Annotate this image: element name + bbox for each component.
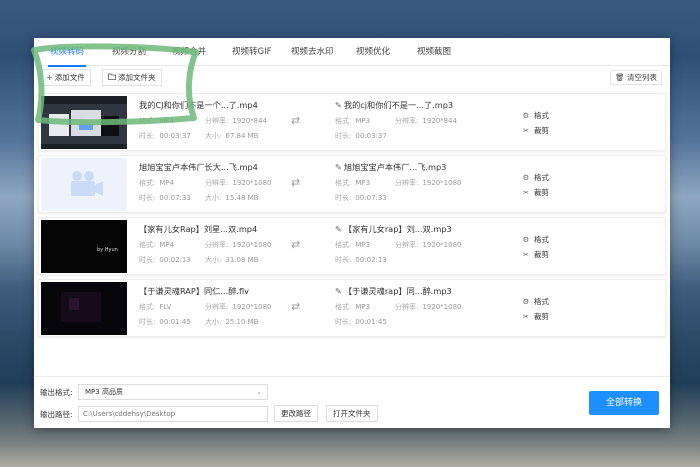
gear-icon: ⚙ xyxy=(522,235,530,244)
output-path-field[interactable]: C:\Users\cddehsy\Desktop xyxy=(78,406,268,422)
source-file-name: 我的CJ和你们不是一个...了.mp4 xyxy=(139,100,258,110)
app-window: 视频转码 视频分割 视频合并 视频转GIF 视频去水印 视频优化 视频截图 + 添… xyxy=(34,38,670,428)
source-format: 格式: MP4 xyxy=(139,117,175,125)
cut-button[interactable]: ✂ 裁剪 xyxy=(521,187,549,198)
output-format: 格式: MP3 xyxy=(335,117,371,125)
tab-video-to-gif[interactable]: 视频转GIF xyxy=(232,38,271,66)
edit-icon[interactable]: ✎ xyxy=(335,224,342,234)
source-file-name: 【家有儿女Rap】刘星...双.mp4 xyxy=(139,224,258,234)
cut-button[interactable]: ✂ 裁剪 xyxy=(521,311,549,322)
add-file-button[interactable]: + 添加文件 xyxy=(40,69,91,86)
output-file-name[interactable]: ✎ 我的cj和你们不是一...了.mp3 xyxy=(335,99,453,111)
list-item[interactable]: 我的CJ和你们不是一个...了.mp4 格式: MP4 分辨率: 1920*844 … xyxy=(38,93,666,151)
output-resolution: 分辨率: 1920*844 xyxy=(395,117,458,125)
source-resolution: 分辨率: 1920*1080 xyxy=(205,241,272,249)
scissors-icon: ✂ xyxy=(522,126,530,135)
gear-icon: ⚙ xyxy=(522,297,530,306)
format-button[interactable]: ⚙ 格式 xyxy=(521,172,549,183)
cut-button[interactable]: ✂ 裁剪 xyxy=(521,249,549,260)
tab-video-optimize[interactable]: 视频优化 xyxy=(356,38,390,66)
list-item[interactable]: 旭旭宝宝卢本伟厂长大...飞.mp4 格式: MP4 分辨率: 1920*1080 … xyxy=(38,155,666,213)
output-duration: 时长: 00:03:37 xyxy=(335,132,387,140)
output-file-name[interactable]: ✎ 旭旭宝宝卢本伟厂...飞.mp3 xyxy=(335,161,446,173)
list-item[interactable]: by Hyun 【家有儿女Rap】刘星...双.mp4 格式: MP4 分辨率: 1… xyxy=(38,217,666,275)
change-path-button[interactable]: 更改路径 xyxy=(274,405,318,422)
chevron-down-icon: ⌄ xyxy=(256,388,262,396)
format-button[interactable]: ⚙ 格式 xyxy=(521,296,549,307)
source-format: 格式: MP4 xyxy=(139,179,175,187)
output-resolution: 分辨率: 1920*1080 xyxy=(395,303,462,311)
tab-video-merge[interactable]: 视频合并 xyxy=(172,38,206,66)
format-button[interactable]: ⚙ 格式 xyxy=(521,234,549,245)
source-resolution: 分辨率: 1920*1080 xyxy=(205,179,272,187)
folder-icon xyxy=(108,70,116,85)
output-file-name[interactable]: ✎ 【于谦灵魂rap】同...醉.mp3 xyxy=(335,285,452,297)
open-folder-button[interactable]: 打开文件夹 xyxy=(326,405,378,422)
output-path-label: 输出路径: xyxy=(40,410,73,419)
source-size: 大小: 25.10 MB xyxy=(205,318,259,326)
video-thumbnail: by Hyun xyxy=(41,220,127,273)
edit-icon[interactable]: ✎ xyxy=(335,100,342,110)
source-duration: 时长: 00:02:13 xyxy=(139,256,191,264)
convert-arrow-icon: ⇄ xyxy=(291,176,301,189)
cut-button[interactable]: ✂ 裁剪 xyxy=(521,125,549,136)
video-thumbnail xyxy=(41,96,127,149)
output-format: 格式: MP3 xyxy=(335,179,371,187)
scissors-icon: ✂ xyxy=(522,312,530,321)
format-button[interactable]: ⚙ 格式 xyxy=(521,110,549,121)
list-item[interactable]: 【于谦灵魂RAP】同仁...醉.flv 格式: FLV 分辨率: 1920*1080… xyxy=(38,279,666,337)
output-format: 格式: MP3 xyxy=(335,303,371,311)
source-duration: 时长: 00:03:37 xyxy=(139,132,191,140)
trash-icon: 🗑 xyxy=(615,73,625,82)
output-duration: 时长: 00:01:45 xyxy=(335,318,387,326)
scissors-icon: ✂ xyxy=(522,250,530,259)
output-format: 格式: MP3 xyxy=(335,241,371,249)
tab-video-remove-watermark[interactable]: 视频去水印 xyxy=(291,38,334,66)
video-camera-icon xyxy=(41,158,127,211)
gear-icon: ⚙ xyxy=(522,173,530,182)
source-file-name: 旭旭宝宝卢本伟厂长大...飞.mp4 xyxy=(139,162,258,172)
output-file-name[interactable]: ✎ 【家有儿女rap】刘...双.mp3 xyxy=(335,223,452,235)
video-thumbnail-placeholder xyxy=(41,158,127,211)
source-size: 大小: 15.48 MB xyxy=(205,194,259,202)
source-format: 格式: MP4 xyxy=(139,241,175,249)
output-settings-bar: 输出格式: MP3 高品质 ⌄ 输出路径: C:\Users\cddehsy\D… xyxy=(34,376,670,428)
output-duration: 时长: 00:02:13 xyxy=(335,256,387,264)
tab-video-screenshot[interactable]: 视频截图 xyxy=(417,38,451,66)
source-resolution: 分辨率: 1920*1080 xyxy=(205,303,272,311)
gear-icon: ⚙ xyxy=(522,111,530,120)
add-folder-button[interactable]: 添加文件夹 xyxy=(102,69,162,86)
convert-arrow-icon: ⇄ xyxy=(291,300,301,313)
thumbnail-caption: by Hyun xyxy=(97,247,118,253)
output-resolution: 分辨率: 1920*1080 xyxy=(395,179,462,187)
edit-icon[interactable]: ✎ xyxy=(335,162,342,172)
tab-bar: 视频转码 视频分割 视频合并 视频转GIF 视频去水印 视频优化 视频截图 xyxy=(34,38,670,67)
convert-arrow-icon: ⇄ xyxy=(291,114,301,127)
output-format-select[interactable]: MP3 高品质 ⌄ xyxy=(78,384,268,400)
source-resolution: 分辨率: 1920*844 xyxy=(205,117,268,125)
plus-icon: + xyxy=(46,73,53,82)
tab-video-split[interactable]: 视频分割 xyxy=(112,38,146,66)
scissors-icon: ✂ xyxy=(522,188,530,197)
output-format-label: 输出格式: xyxy=(40,388,73,397)
edit-icon[interactable]: ✎ xyxy=(335,286,342,296)
source-format: 格式: FLV xyxy=(139,303,172,311)
source-duration: 时长: 00:07:33 xyxy=(139,194,191,202)
source-size: 大小: 31.08 MB xyxy=(205,256,259,264)
source-file-name: 【于谦灵魂RAP】同仁...醉.flv xyxy=(139,286,249,296)
source-duration: 时长: 00:01:45 xyxy=(139,318,191,326)
output-duration: 时长: 00:07:33 xyxy=(335,194,387,202)
source-size: 大小: 67.84 MB xyxy=(205,132,259,140)
video-thumbnail xyxy=(41,282,127,335)
output-resolution: 分辨率: 1920*1080 xyxy=(395,241,462,249)
convert-arrow-icon: ⇄ xyxy=(291,238,301,251)
convert-all-button[interactable]: 全部转换 xyxy=(589,391,659,415)
toolbar: + 添加文件 添加文件夹 🗑 清空列表 xyxy=(34,67,670,89)
tab-video-transcode[interactable]: 视频转码 xyxy=(47,38,87,67)
clear-list-button[interactable]: 🗑 清空列表 xyxy=(610,70,662,85)
